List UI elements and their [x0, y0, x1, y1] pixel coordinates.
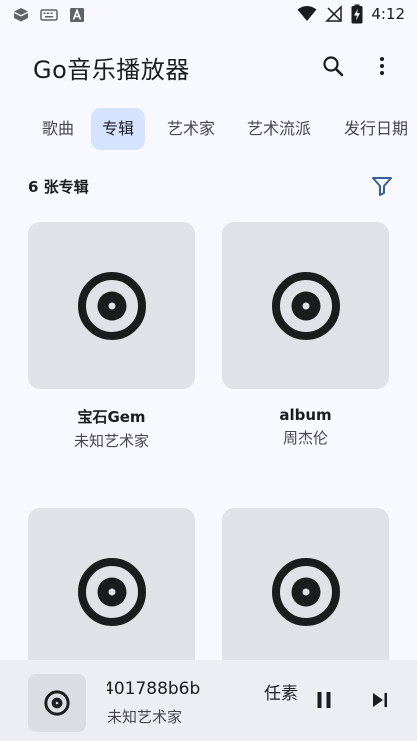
tab-release-date[interactable]: 发行日期 [333, 108, 417, 150]
album-art [28, 222, 195, 389]
player-info: 401788b6b 任素 未知艺术家 [107, 679, 297, 727]
app-title: Go音乐播放器 [33, 56, 190, 84]
more-options-button[interactable] [362, 46, 402, 86]
status-bar-right: 4:12 [297, 4, 405, 24]
more-vert-icon [380, 57, 384, 75]
tab-artists[interactable]: 艺术家 [156, 108, 226, 150]
vinyl-icon [271, 271, 340, 340]
list-header: 6 张专辑 [0, 168, 417, 204]
status-time: 4:12 [371, 5, 405, 23]
filter-button[interactable] [368, 172, 396, 200]
pause-icon [317, 692, 331, 708]
screen: 4:12 Go音乐播放器 歌曲 专辑 艺术家 艺术流派 发行日期 6 张专辑 宝… [0, 0, 417, 741]
app-bar: Go音乐播放器 [0, 38, 417, 94]
wifi-icon [297, 6, 317, 21]
vinyl-icon [77, 557, 146, 626]
album-count: 6 张专辑 [28, 178, 89, 196]
player-album-art [28, 674, 86, 732]
battery-charging-icon [351, 4, 363, 24]
album-artist: 周杰伦 [282, 429, 328, 447]
skip-next-button[interactable] [362, 682, 398, 718]
no-signal-icon [325, 5, 343, 22]
tab-songs[interactable]: 歌曲 [31, 108, 85, 150]
album-card[interactable]: album 周杰伦 [222, 222, 389, 448]
player-artist: 未知艺术家 [107, 708, 183, 726]
vinyl-icon [44, 690, 70, 716]
vinyl-icon [77, 271, 146, 340]
player-title-part-a: 401788b6b [107, 679, 201, 699]
search-icon [323, 56, 344, 77]
mini-player[interactable]: 401788b6b 任素 未知艺术家 [0, 660, 417, 741]
keyboard-icon [40, 9, 58, 21]
tab-genres[interactable]: 艺术流派 [236, 108, 322, 150]
album-title: 宝石Gem [77, 408, 146, 426]
status-bar: 4:12 [0, 0, 417, 30]
album-artist: 未知艺术家 [73, 432, 149, 450]
a-icon [70, 8, 84, 22]
search-button[interactable] [313, 46, 353, 86]
album-art [28, 508, 195, 675]
album-art [222, 508, 389, 675]
pause-button[interactable] [306, 682, 342, 718]
tab-albums[interactable]: 专辑 [91, 108, 146, 150]
status-bar-left [12, 6, 86, 24]
skip-next-icon [373, 693, 387, 707]
app-notification-icon [14, 8, 28, 22]
filter-icon [372, 177, 392, 196]
album-card[interactable]: 宝石Gem 未知艺术家 [28, 222, 195, 451]
player-song-title: 401788b6b 任素 [107, 679, 297, 704]
player-title-part-b: 任素 [264, 684, 297, 704]
vinyl-icon [271, 557, 340, 626]
album-art [222, 222, 389, 389]
tab-bar: 歌曲 专辑 艺术家 艺术流派 发行日期 [0, 108, 417, 152]
album-title: album [279, 406, 332, 424]
